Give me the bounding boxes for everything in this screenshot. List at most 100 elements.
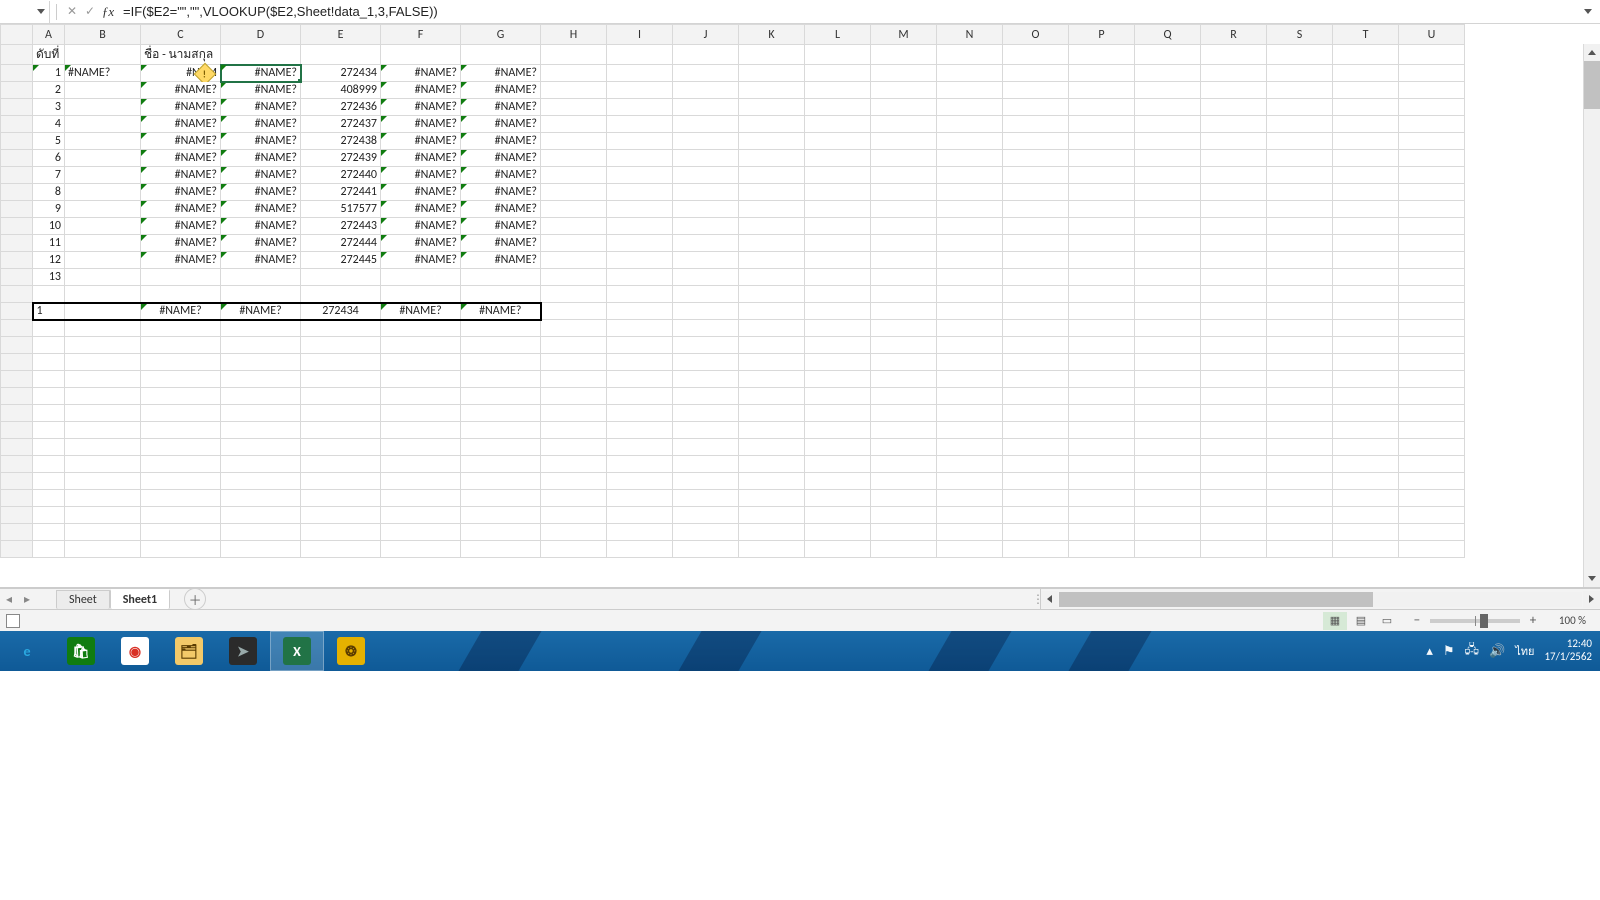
cell-blank[interactable] [871,422,937,439]
scroll-up-button[interactable] [1584,44,1600,61]
cell-blank[interactable] [607,337,673,354]
cell-blank[interactable] [141,337,221,354]
cell-blank[interactable] [739,337,805,354]
cell-blank[interactable] [1135,320,1201,337]
cell-blank[interactable] [607,354,673,371]
cell-blank[interactable] [1069,456,1135,473]
cell-blank[interactable] [541,320,607,337]
cell-blank[interactable] [937,507,1003,524]
cell-L2[interactable] [805,82,871,99]
cell-blank[interactable] [1399,371,1465,388]
cell-blank[interactable] [1003,320,1069,337]
cell-K8[interactable] [739,184,805,201]
cell-blank[interactable] [673,354,739,371]
cell-blank[interactable] [381,490,461,507]
cell-blank[interactable] [461,473,541,490]
cell-blank[interactable] [1333,320,1399,337]
cell-blank[interactable] [1267,473,1333,490]
cell-blank[interactable] [673,422,739,439]
cell-T8[interactable] [1333,184,1399,201]
cell-blank[interactable] [141,541,221,558]
cell-L4[interactable] [805,116,871,133]
cell-I12[interactable] [607,252,673,269]
summary-cell-A[interactable]: 1 [33,303,65,320]
cell-blank[interactable] [301,541,381,558]
cell-blank[interactable] [221,354,301,371]
col-header-M[interactable]: M [871,25,937,45]
col-header-Q[interactable]: Q [1135,25,1201,45]
cell-blank[interactable] [141,371,221,388]
horizontal-scrollbar[interactable] [1040,589,1600,609]
cell-blank[interactable] [1135,507,1201,524]
cell-blank[interactable] [1201,303,1267,320]
cell-U8[interactable] [1399,184,1465,201]
cell-blank[interactable] [221,371,301,388]
cell-C7[interactable]: #NAME? [141,167,221,184]
cell-O7[interactable] [1003,167,1069,184]
cell-blank[interactable] [1333,286,1399,303]
cell-Q4[interactable] [1135,116,1201,133]
cell-S7[interactable] [1267,167,1333,184]
cell-A11[interactable]: 11 [33,235,65,252]
cancel-button[interactable]: ✕ [63,3,81,21]
summary-cell-E[interactable]: 272434 [301,303,381,320]
cell-blank[interactable] [1267,541,1333,558]
cell-blank[interactable] [805,524,871,541]
cell-N8[interactable] [937,184,1003,201]
cell-N7[interactable] [937,167,1003,184]
cell-B-hdr[interactable] [65,45,141,65]
taskbar-file-explorer[interactable]: 🗂 [162,631,216,671]
cell-blank[interactable] [33,405,65,422]
cell-blank[interactable] [805,303,871,320]
cell-blank[interactable] [1267,507,1333,524]
cell-L6[interactable] [805,150,871,167]
cell-blank[interactable] [1003,490,1069,507]
scroll-right-button[interactable] [1583,591,1600,608]
cell-N10[interactable] [937,218,1003,235]
cell-blank[interactable] [141,422,221,439]
cell-Q8[interactable] [1135,184,1201,201]
cell-blank[interactable] [1201,507,1267,524]
cell-blank[interactable] [1069,422,1135,439]
cell-R5[interactable] [1201,133,1267,150]
cell-blank[interactable] [1201,286,1267,303]
cell-R1[interactable] [1201,65,1267,82]
cell-blank[interactable] [141,354,221,371]
cell-blank[interactable] [461,286,541,303]
cell-blank[interactable] [1003,507,1069,524]
cell-blank[interactable] [1201,354,1267,371]
cell-U11[interactable] [1399,235,1465,252]
cell-blank[interactable] [673,473,739,490]
cell-R12[interactable] [1201,252,1267,269]
cell-N12[interactable] [937,252,1003,269]
language-indicator[interactable]: ไทย [1515,642,1534,660]
taskbar-app-dark[interactable]: ➤ [216,631,270,671]
col-header-U[interactable]: U [1399,25,1465,45]
cell-blank[interactable] [1135,303,1201,320]
cell-blank[interactable] [301,439,381,456]
cell-J2[interactable] [673,82,739,99]
cell-B9[interactable] [65,201,141,218]
cell-blank[interactable] [1003,439,1069,456]
cell-blank[interactable] [65,456,141,473]
cell-blank[interactable] [1267,456,1333,473]
cell-blank[interactable] [541,541,607,558]
cell-blank[interactable] [221,490,301,507]
cell-blank[interactable] [381,354,461,371]
cell-blank[interactable] [607,388,673,405]
cell-blank[interactable] [65,422,141,439]
cell-L12[interactable] [805,252,871,269]
cell-blank[interactable] [33,286,65,303]
cell-blank[interactable] [65,507,141,524]
cell-blank[interactable] [461,524,541,541]
cell-blank[interactable] [805,490,871,507]
cell-blank[interactable] [1201,337,1267,354]
cell-blank[interactable] [805,337,871,354]
cell-F8[interactable]: #NAME? [381,184,461,201]
row-header[interactable] [1,184,33,201]
cell-O-hdr[interactable] [1003,45,1069,65]
cell-blank[interactable] [607,405,673,422]
cell-blank[interactable] [871,405,937,422]
cell-blank[interactable] [65,405,141,422]
cell-U4[interactable] [1399,116,1465,133]
